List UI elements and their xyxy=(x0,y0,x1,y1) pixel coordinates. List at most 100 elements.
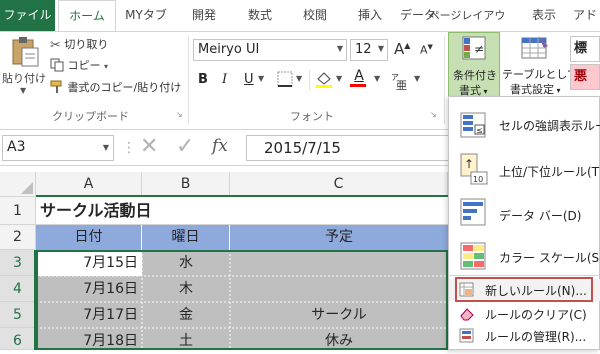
group-divider xyxy=(309,70,310,90)
copy-dropdown-icon[interactable]: ▾ xyxy=(104,62,108,71)
font-name-value: Meiryo UI xyxy=(198,42,260,57)
underline-dropdown-icon[interactable]: ▼ xyxy=(258,74,264,83)
clipboard-launcher-icon[interactable]: ↘ xyxy=(176,110,183,119)
tab-addins[interactable]: アド xyxy=(570,0,600,31)
conditional-formatting-button[interactable]: ≠ 条件付き 書式 ▾ xyxy=(448,32,500,100)
svg-text:亜: 亜 xyxy=(396,79,407,90)
shrink-font-button[interactable]: A▼ xyxy=(420,43,433,57)
tab-review[interactable]: 校閲 xyxy=(292,0,338,31)
formula-value: 2015/7/15 xyxy=(264,139,341,157)
font-color-button[interactable]: A xyxy=(350,68,368,87)
row-header-1[interactable]: 1 xyxy=(0,197,36,225)
format-as-table-button[interactable]: テーブルとして 書式設定 ▾ xyxy=(502,32,578,100)
top-bottom-icon: ↑ 10 xyxy=(460,153,488,185)
select-all-triangle-icon xyxy=(21,182,33,194)
italic-button[interactable]: I xyxy=(222,72,227,87)
highlight-box xyxy=(455,277,593,302)
phonetic-dropdown-icon[interactable]: ▼ xyxy=(414,74,420,83)
manage-rules-icon xyxy=(459,328,474,343)
copy-label: コピー xyxy=(67,59,101,72)
borders-dropdown-icon[interactable]: ▼ xyxy=(296,74,302,83)
tab-formulas[interactable]: 数式 xyxy=(237,0,283,31)
top-bottom-icon-number: 10 xyxy=(473,175,483,184)
row-header-2[interactable]: 2 xyxy=(0,225,36,250)
grow-font-button[interactable]: A▲ xyxy=(394,40,410,58)
cut-label: 切り取り xyxy=(64,38,109,51)
menu-divider xyxy=(449,275,599,276)
format-as-table-label-1: テーブルとして xyxy=(502,68,579,81)
menu-item-clear-rules[interactable]: ルールのクリア(C) xyxy=(449,303,600,325)
menu-item-label: ルールのクリア(C) xyxy=(485,308,587,322)
paste-button[interactable]: 貼り付け ▼ xyxy=(2,34,46,98)
tab-developer[interactable]: 開発 xyxy=(182,0,226,31)
tab-page-layout[interactable]: ページレイアウト xyxy=(426,0,508,53)
menu-item-label: ルールの管理(R)... xyxy=(485,330,587,344)
font-color-dropdown-icon[interactable]: ▼ xyxy=(374,74,380,83)
cut-button[interactable]: ✂ 切り取り xyxy=(50,36,108,53)
menu-item-color-scales[interactable]: カラー スケール(S) xyxy=(449,235,600,277)
tab-home[interactable]: ホーム xyxy=(58,0,116,31)
phonetic-button[interactable]: ア亜 xyxy=(390,70,412,93)
menu-item-data-bars[interactable]: データ バー(D) xyxy=(449,191,600,235)
table-header-date[interactable]: 日付 xyxy=(36,225,142,250)
highlight-cells-icon: ≤ xyxy=(460,112,486,138)
font-name-dropdown[interactable]: Meiryo UI ▼ xyxy=(193,39,347,61)
shrink-font-icon: A xyxy=(420,43,428,57)
format-painter-icon xyxy=(50,80,64,97)
tab-insert[interactable]: 挿入 xyxy=(347,0,393,31)
column-header-b[interactable]: B xyxy=(142,172,230,197)
tab-view[interactable]: 表示 xyxy=(522,0,566,31)
table-header-weekday[interactable]: 曜日 xyxy=(142,225,230,250)
chevron-down-icon: ▼ xyxy=(377,44,384,53)
column-header-c[interactable]: C xyxy=(230,172,448,197)
underline-button[interactable]: U xyxy=(244,72,254,87)
borders-button[interactable] xyxy=(276,70,294,91)
font-group-label: フォント xyxy=(290,110,334,123)
style-bad-swatch[interactable]: 悪 xyxy=(570,64,600,90)
conditional-formatting-icon: ≠ xyxy=(462,36,486,60)
fill-color-button[interactable] xyxy=(314,69,334,92)
ribbon-tab-bar: ファイル ホーム MYタブ 開発 数式 校閲 挿入 データ ページレイアウト 表… xyxy=(0,0,600,53)
name-box[interactable]: A3 ▼ xyxy=(2,135,114,161)
paste-label: 貼り付け xyxy=(2,72,46,85)
table-header-schedule[interactable]: 予定 xyxy=(230,225,448,250)
format-painter-button[interactable]: 書式のコピー/貼り付け xyxy=(50,79,181,97)
style-normal-swatch[interactable]: 標 xyxy=(570,36,600,62)
cancel-icon[interactable]: ✕ xyxy=(140,134,158,159)
select-all-corner[interactable] xyxy=(0,172,36,197)
menu-item-highlight-cells[interactable]: ≤ セルの強調表示ルール xyxy=(449,105,600,147)
eraser-icon xyxy=(460,308,474,321)
svg-text:↑: ↑ xyxy=(464,157,474,171)
tab-file[interactable]: ファイル xyxy=(0,0,55,31)
formula-input[interactable]: 2015/7/15 xyxy=(246,135,448,161)
tab-mytab[interactable]: MYタブ xyxy=(120,0,172,31)
column-header-a[interactable]: A xyxy=(36,172,142,197)
conditional-formatting-menu: ≤ セルの強調表示ルール ↑ 10 上位/下位ルール(T) データ バー(D) … xyxy=(448,96,600,350)
format-as-table-icon xyxy=(521,36,548,59)
font-launcher-icon[interactable]: ↘ xyxy=(430,110,437,119)
enter-icon[interactable]: ✓ xyxy=(176,134,194,159)
name-box-value: A3 xyxy=(7,139,26,155)
menu-item-manage-rules[interactable]: ルールの管理(R)... xyxy=(449,325,600,347)
row-header-6[interactable]: 6 xyxy=(0,328,36,350)
paint-bucket-icon xyxy=(316,72,332,88)
more-icon: ⋮ xyxy=(122,140,136,156)
row-header-3[interactable]: 3 xyxy=(0,250,36,276)
format-as-table-label-2: 書式設定 ▾ xyxy=(510,83,561,96)
insert-function-icon[interactable]: fx xyxy=(212,136,228,156)
fill-color-dropdown-icon[interactable]: ▼ xyxy=(336,74,342,83)
clipboard-group-label: クリップボード xyxy=(52,110,129,123)
row-header-5[interactable]: 5 xyxy=(0,302,36,328)
font-size-dropdown[interactable]: 12 ▼ xyxy=(350,39,388,61)
paste-dropdown-arrow-icon[interactable]: ▼ xyxy=(20,86,26,95)
copy-button[interactable]: コピー ▾ xyxy=(50,57,108,75)
font-size-value: 12 xyxy=(355,42,372,57)
sheet-title[interactable]: サークル活動日 xyxy=(36,197,226,225)
menu-item-top-bottom[interactable]: ↑ 10 上位/下位ルール(T) xyxy=(449,147,600,191)
bold-button[interactable]: B xyxy=(198,72,208,87)
format-painter-label: 書式のコピー/貼り付け xyxy=(67,81,182,94)
row-header-4[interactable]: 4 xyxy=(0,276,36,302)
group-divider xyxy=(188,36,189,124)
menu-item-label: セルの強調表示ルール xyxy=(499,119,600,133)
selection-gridlines xyxy=(36,250,448,350)
